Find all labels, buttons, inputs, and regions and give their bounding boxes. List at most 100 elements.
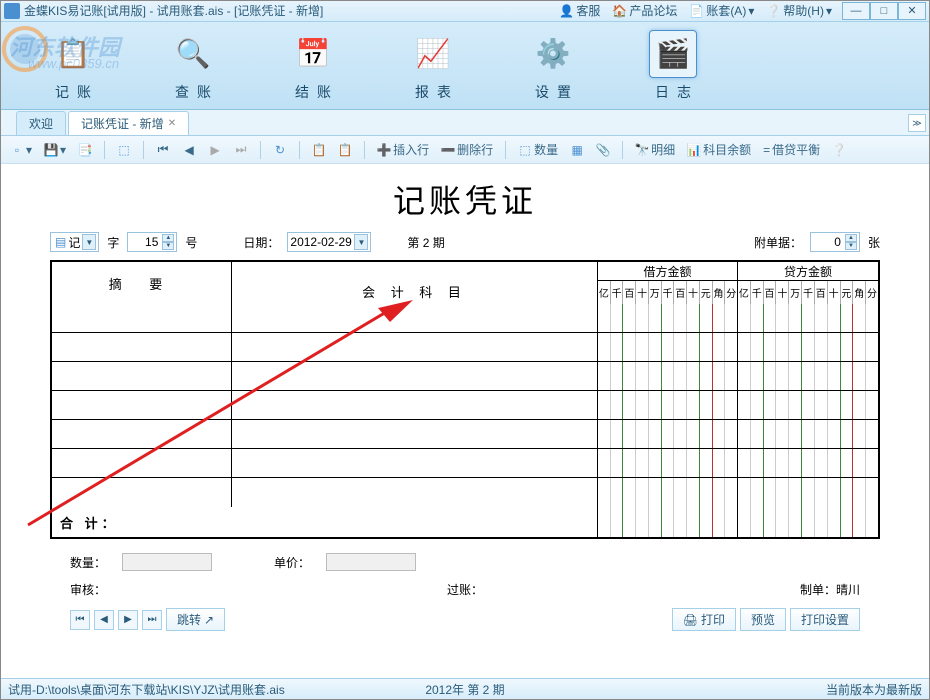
subject-cell[interactable] xyxy=(232,333,598,361)
amount-cell[interactable] xyxy=(738,507,751,537)
qty-input[interactable] xyxy=(122,553,212,571)
amount-cell[interactable] xyxy=(776,362,789,390)
table-row[interactable] xyxy=(52,362,878,391)
amount-cell[interactable] xyxy=(764,478,777,507)
print-button[interactable]: 🖨打印 xyxy=(672,608,736,631)
amount-cell[interactable] xyxy=(623,333,636,361)
amount-cell[interactable] xyxy=(623,362,636,390)
subject-cell[interactable] xyxy=(232,391,598,419)
amount-cell[interactable] xyxy=(828,391,841,419)
amount-cell[interactable] xyxy=(725,391,738,419)
summary-cell[interactable] xyxy=(52,304,232,332)
save-button[interactable]: 💾▾ xyxy=(40,141,70,159)
amount-cell[interactable] xyxy=(751,391,764,419)
amount-cell[interactable] xyxy=(687,333,700,361)
pager-last-button[interactable]: ⏭ xyxy=(142,610,162,630)
amount-cell[interactable] xyxy=(598,507,611,537)
help-button[interactable]: ❔ xyxy=(828,141,850,159)
pager-first-button[interactable]: ⏮ xyxy=(70,610,90,630)
amount-cell[interactable] xyxy=(674,420,687,448)
balance-button[interactable]: 📊科目余额 xyxy=(683,139,755,160)
customer-service-link[interactable]: 👤客服 xyxy=(559,2,600,19)
help-menu[interactable]: ❔帮助(H) ▾ xyxy=(766,2,832,19)
amount-cell[interactable] xyxy=(611,391,624,419)
amount-cell[interactable] xyxy=(649,507,662,537)
subject-cell[interactable] xyxy=(232,449,598,477)
amount-cell[interactable] xyxy=(674,333,687,361)
amount-cell[interactable] xyxy=(789,362,802,390)
amount-cell[interactable] xyxy=(828,333,841,361)
amount-cell[interactable] xyxy=(764,333,777,361)
amount-cell[interactable] xyxy=(738,304,751,332)
refresh-button[interactable]: ↻ xyxy=(269,141,291,159)
table-row[interactable] xyxy=(52,420,878,449)
spin-up-icon[interactable]: ▲ xyxy=(845,234,857,242)
tab-voucher-new[interactable]: 记账凭证 - 新增✕ xyxy=(68,111,189,135)
ribbon-shezhi[interactable]: ⚙️设置 xyxy=(518,30,588,102)
amount-cell[interactable] xyxy=(789,391,802,419)
chevron-down-icon[interactable]: ▼ xyxy=(82,234,96,250)
amount-cell[interactable] xyxy=(662,362,675,390)
amount-cell[interactable] xyxy=(598,449,611,477)
amount-cell[interactable] xyxy=(700,391,713,419)
amount-cell[interactable] xyxy=(802,507,815,537)
amount-cell[interactable] xyxy=(776,507,789,537)
amount-cell[interactable] xyxy=(623,507,636,537)
amount-cell[interactable] xyxy=(623,478,636,507)
amount-cell[interactable] xyxy=(776,391,789,419)
table-row[interactable] xyxy=(52,304,878,333)
amount-cell[interactable] xyxy=(853,478,866,507)
amount-cell[interactable] xyxy=(789,420,802,448)
amount-cell[interactable] xyxy=(713,304,726,332)
amount-cell[interactable] xyxy=(738,362,751,390)
summary-cell[interactable] xyxy=(52,333,232,361)
amount-cell[interactable] xyxy=(815,420,828,448)
subject-cell[interactable] xyxy=(232,420,598,448)
delete-row-button[interactable]: ➖删除行 xyxy=(437,139,497,160)
ribbon-jiezhang[interactable]: 📅结账 xyxy=(278,30,348,102)
amount-cell[interactable] xyxy=(687,420,700,448)
tab-welcome[interactable]: 欢迎 xyxy=(16,111,66,135)
amount-cell[interactable] xyxy=(611,362,624,390)
amount-cell[interactable] xyxy=(725,420,738,448)
table-row[interactable] xyxy=(52,333,878,362)
amount-cell[interactable] xyxy=(649,449,662,477)
amount-cell[interactable] xyxy=(649,420,662,448)
spin-down-icon[interactable]: ▼ xyxy=(845,242,857,250)
amount-cell[interactable] xyxy=(611,304,624,332)
amount-cell[interactable] xyxy=(623,391,636,419)
amount-cell[interactable] xyxy=(866,333,878,361)
amount-cell[interactable] xyxy=(687,478,700,507)
amount-cell[interactable] xyxy=(853,362,866,390)
preview-button[interactable]: 预览 xyxy=(740,608,786,631)
subject-cell[interactable] xyxy=(232,478,598,507)
amount-cell[interactable] xyxy=(841,420,854,448)
amount-cell[interactable] xyxy=(866,507,878,537)
amount-cell[interactable] xyxy=(802,304,815,332)
amount-cell[interactable] xyxy=(802,478,815,507)
close-button[interactable]: ✕ xyxy=(898,2,926,20)
amount-cell[interactable] xyxy=(598,391,611,419)
amount-cell[interactable] xyxy=(866,391,878,419)
amount-cell[interactable] xyxy=(687,507,700,537)
next-button[interactable]: ▶ xyxy=(204,141,226,159)
amount-cell[interactable] xyxy=(841,391,854,419)
amount-cell[interactable] xyxy=(713,449,726,477)
last-button[interactable]: ⏭ xyxy=(230,141,252,159)
amount-cell[interactable] xyxy=(674,304,687,332)
amount-cell[interactable] xyxy=(789,507,802,537)
amount-cell[interactable] xyxy=(611,449,624,477)
amount-cell[interactable] xyxy=(828,478,841,507)
amount-cell[interactable] xyxy=(738,333,751,361)
amount-cell[interactable] xyxy=(636,420,649,448)
amount-cell[interactable] xyxy=(866,478,878,507)
amount-cell[interactable] xyxy=(789,478,802,507)
amount-cell[interactable] xyxy=(815,362,828,390)
amount-cell[interactable] xyxy=(687,304,700,332)
amount-cell[interactable] xyxy=(687,449,700,477)
amount-cell[interactable] xyxy=(751,333,764,361)
amount-cell[interactable] xyxy=(611,333,624,361)
amount-cell[interactable] xyxy=(853,333,866,361)
amount-cell[interactable] xyxy=(713,420,726,448)
amount-cell[interactable] xyxy=(738,391,751,419)
